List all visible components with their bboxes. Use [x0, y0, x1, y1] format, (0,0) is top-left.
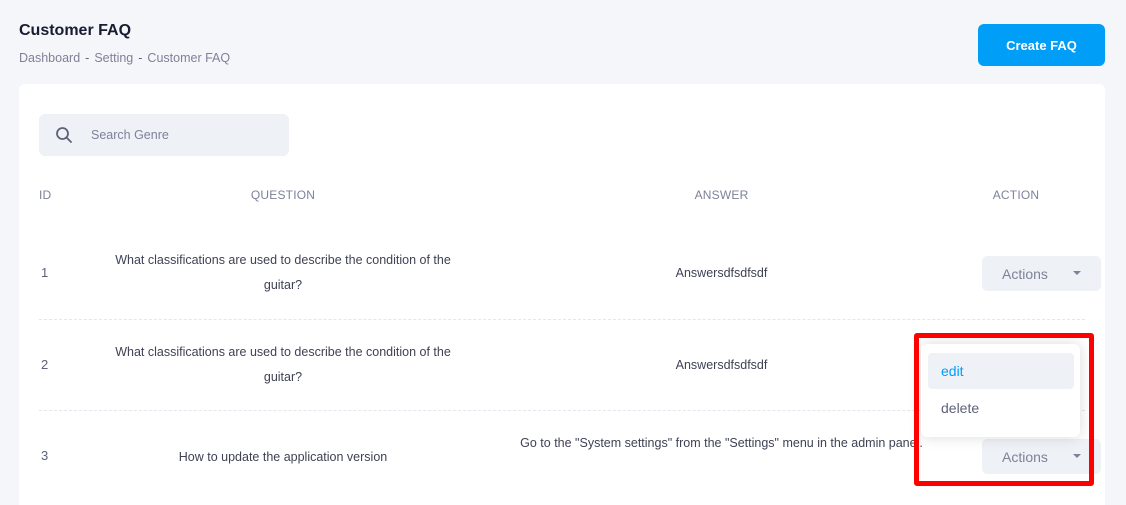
actions-label: Actions [1002, 265, 1048, 282]
faq-card: ID QUESTION ANSWER ACTION 1 What classif… [19, 84, 1105, 505]
breadcrumb-separator: - [85, 51, 90, 65]
row-answer: Go to the "System settings" from the "Se… [520, 436, 923, 450]
caret-down-icon [1073, 271, 1081, 275]
table-row: 1 What classifications are used to descr… [39, 228, 1101, 319]
actions-dropdown-menu: edit delete [921, 344, 1080, 437]
column-header-id: ID [39, 188, 52, 202]
actions-button[interactable]: Actions [982, 256, 1101, 291]
row-question: What classifications are used to describ… [115, 345, 451, 384]
row-question: What classifications are used to describ… [115, 253, 451, 292]
create-faq-button[interactable]: Create FAQ [978, 24, 1105, 66]
search-icon [56, 127, 72, 143]
breadcrumb-separator: - [138, 51, 143, 65]
breadcrumb-customer-faq: Customer FAQ [147, 51, 231, 65]
menu-item-delete[interactable]: delete [928, 390, 1074, 426]
actions-button[interactable]: Actions [982, 439, 1101, 474]
breadcrumb: Dashboard - Setting - Customer FAQ [19, 51, 230, 65]
row-id: 3 [41, 448, 49, 463]
page-title: Customer FAQ [19, 22, 132, 39]
actions-label: Actions [1002, 448, 1048, 465]
row-answer: Answersdfsdfsdf [675, 358, 768, 372]
column-header-action: ACTION [992, 188, 1040, 202]
search-input[interactable] [91, 114, 281, 156]
breadcrumb-setting[interactable]: Setting [94, 51, 133, 65]
search-box [39, 114, 289, 156]
caret-down-icon [1073, 454, 1081, 458]
row-question: How to update the application version [178, 450, 388, 464]
menu-item-edit[interactable]: edit [928, 353, 1074, 389]
row-id: 2 [41, 357, 49, 372]
row-id: 1 [41, 265, 49, 280]
row-answer: Answersdfsdfsdf [675, 266, 768, 280]
column-header-question: QUESTION [250, 188, 316, 202]
column-header-answer: ANSWER [694, 188, 749, 202]
breadcrumb-dashboard[interactable]: Dashboard [19, 51, 80, 65]
